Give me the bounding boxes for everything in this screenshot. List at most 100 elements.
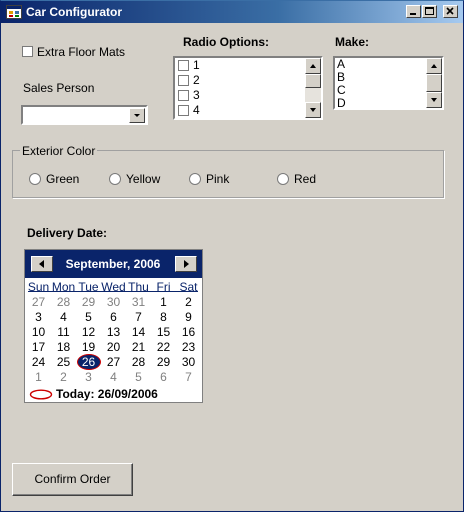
radio-red[interactable] — [277, 173, 289, 185]
calendar-day[interactable]: 18 — [51, 340, 76, 354]
calendar-day[interactable]: 1 — [26, 370, 51, 384]
calendar-day[interactable]: 29 — [76, 295, 101, 309]
calendar-day[interactable]: 7 — [176, 370, 201, 384]
calendar-day[interactable]: 22 — [151, 340, 176, 354]
scroll-down-button[interactable] — [426, 92, 442, 108]
calendar-day[interactable]: 1 — [151, 295, 176, 309]
calendar-day[interactable]: 7 — [126, 310, 151, 324]
calendar-day[interactable]: 29 — [151, 355, 176, 369]
radio-pink[interactable] — [189, 173, 201, 185]
calendar-day[interactable]: 28 — [126, 355, 151, 369]
arrow-up-icon — [310, 64, 316, 68]
radio-option-label: 3 — [193, 88, 200, 102]
extra-floor-mats-checkbox[interactable] — [22, 46, 33, 57]
calendar-day[interactable]: 21 — [126, 340, 151, 354]
calendar-day[interactable]: 27 — [26, 295, 51, 309]
calendar-day[interactable]: 30 — [101, 295, 126, 309]
calendar-day[interactable]: 3 — [76, 370, 101, 384]
calendar-day[interactable]: 11 — [51, 325, 76, 339]
calendar-day-selected[interactable]: 26 — [76, 355, 101, 369]
calendar-day[interactable]: 13 — [101, 325, 126, 339]
radio-option-label: 4 — [193, 103, 200, 117]
previous-month-button[interactable] — [31, 256, 53, 272]
maximize-icon — [425, 7, 434, 15]
calendar-day[interactable]: 6 — [151, 370, 176, 384]
today-link[interactable]: Today: 26/09/2006 — [56, 387, 158, 401]
calendar-day[interactable]: 5 — [126, 370, 151, 384]
calendar-day[interactable]: 27 — [101, 355, 126, 369]
arrow-left-icon — [39, 260, 44, 268]
app-icon — [6, 5, 22, 19]
maximize-button[interactable] — [422, 5, 437, 18]
radio-red-label[interactable]: Red — [294, 172, 316, 186]
close-icon — [446, 7, 454, 15]
car-configurator-window: Car Configurator Extra Floor Mats Sales … — [0, 0, 464, 512]
calendar-day[interactable]: 24 — [26, 355, 51, 369]
scroll-up-button[interactable] — [426, 58, 442, 74]
calendar-day[interactable]: 15 — [151, 325, 176, 339]
window-title: Car Configurator — [26, 5, 122, 19]
calendar-day[interactable]: 14 — [126, 325, 151, 339]
radio-options-label: Radio Options: — [183, 35, 269, 49]
radio-option-checkbox[interactable] — [178, 75, 189, 86]
chevron-down-icon — [134, 114, 140, 117]
calendar-day[interactable]: 17 — [26, 340, 51, 354]
calendar-day[interactable]: 4 — [101, 370, 126, 384]
sales-person-label: Sales Person — [23, 81, 95, 95]
calendar-day[interactable]: 12 — [76, 325, 101, 339]
today-circle-icon — [29, 389, 53, 400]
make-label: Make: — [335, 35, 370, 49]
make-listbox[interactable]: A B C D — [333, 56, 444, 110]
radio-yellow-label[interactable]: Yellow — [126, 172, 160, 186]
exterior-color-label: Exterior Color — [20, 144, 98, 158]
close-button[interactable] — [443, 5, 458, 18]
arrow-right-icon — [184, 260, 189, 268]
calendar-day[interactable]: 6 — [101, 310, 126, 324]
radio-green-label[interactable]: Green — [46, 172, 79, 186]
calendar-day[interactable]: 9 — [176, 310, 201, 324]
calendar-day[interactable]: 2 — [176, 295, 201, 309]
calendar-day[interactable]: 25 — [51, 355, 76, 369]
radio-green[interactable] — [29, 173, 41, 185]
calendar-day[interactable]: 19 — [76, 340, 101, 354]
arrow-up-icon — [431, 64, 437, 68]
radio-pink-label[interactable]: Pink — [206, 172, 229, 186]
calendar-month-title[interactable]: September, 2006 — [61, 257, 165, 271]
radio-option-checkbox[interactable] — [178, 60, 189, 71]
calendar-header: September, 2006 — [25, 250, 202, 278]
calendar-day[interactable]: 28 — [51, 295, 76, 309]
calendar-day[interactable]: 23 — [176, 340, 201, 354]
calendar-day[interactable]: 4 — [51, 310, 76, 324]
calendar-day[interactable]: 2 — [51, 370, 76, 384]
radio-options-checklist[interactable]: 1 2 3 4 — [173, 56, 323, 120]
calendar-day[interactable]: 8 — [151, 310, 176, 324]
extra-floor-mats-label[interactable]: Extra Floor Mats — [37, 45, 125, 59]
scroll-thumb[interactable] — [305, 74, 321, 88]
calendar-day[interactable]: 31 — [126, 295, 151, 309]
title-bar[interactable]: Car Configurator — [1, 1, 463, 23]
scroll-thumb[interactable] — [426, 74, 442, 92]
radio-yellow[interactable] — [109, 173, 121, 185]
delivery-date-label: Delivery Date: — [27, 226, 108, 240]
calendar-day[interactable]: 10 — [26, 325, 51, 339]
scroll-down-button[interactable] — [305, 102, 321, 118]
calendar-day[interactable]: 5 — [76, 310, 101, 324]
arrow-down-icon — [310, 108, 316, 112]
radio-option-label: 2 — [193, 73, 200, 87]
list-item[interactable]: D — [337, 97, 346, 109]
vertical-scrollbar[interactable] — [305, 58, 321, 118]
calendar-day[interactable]: 20 — [101, 340, 126, 354]
minimize-button[interactable] — [406, 5, 421, 18]
radio-option-checkbox[interactable] — [178, 90, 189, 101]
calendar-day[interactable]: 30 — [176, 355, 201, 369]
confirm-order-button[interactable]: Confirm Order — [12, 463, 133, 496]
radio-option-checkbox[interactable] — [178, 105, 189, 116]
calendar-day[interactable]: 3 — [26, 310, 51, 324]
minimize-icon — [410, 13, 416, 15]
calendar-day[interactable]: 16 — [176, 325, 201, 339]
scroll-up-button[interactable] — [305, 58, 321, 74]
sales-person-dropdown[interactable] — [21, 105, 148, 125]
vertical-scrollbar[interactable] — [426, 58, 442, 108]
next-month-button[interactable] — [175, 256, 197, 272]
dropdown-button[interactable] — [129, 108, 145, 123]
